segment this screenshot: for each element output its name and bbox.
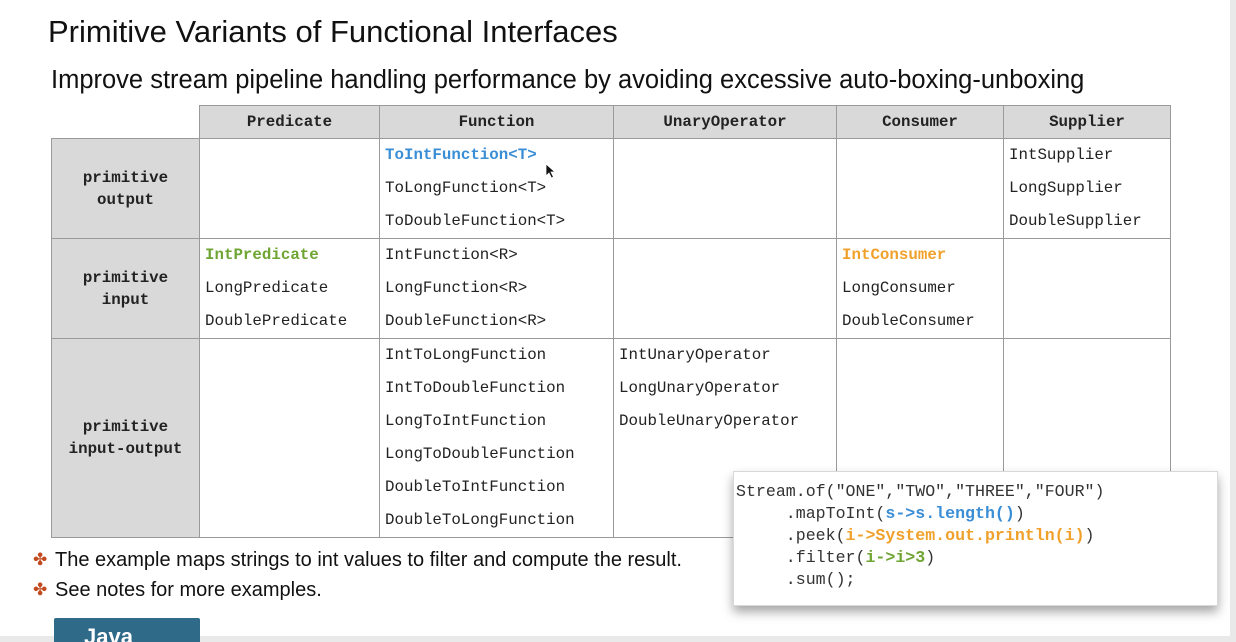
- interface-name: LongPredicate: [205, 279, 329, 297]
- code-text: Stream.of("ONE","TWO","THREE","FOUR"): [736, 482, 1105, 501]
- bullet-item: ✤ See notes for more examples.: [33, 575, 682, 605]
- interface-name: DoubleConsumer: [842, 312, 975, 330]
- interface-name: ToLongFunction<T>: [385, 179, 547, 197]
- interface-name: DoubleToIntFunction: [385, 478, 566, 496]
- cell-input-consumer: IntConsumer LongConsumer DoubleConsumer: [836, 238, 1004, 339]
- slide-subtitle: Improve stream pipeline handling perform…: [51, 66, 1085, 94]
- cross-bullet-icon: ✤: [33, 580, 48, 599]
- slide-title: Primitive Variants of Functional Interfa…: [48, 14, 618, 49]
- row-header-line: output: [97, 190, 154, 209]
- bullet-item: ✤ The example maps strings to int values…: [33, 545, 682, 575]
- cell-input-unaryoperator: [613, 238, 837, 339]
- row-header-line: primitive: [82, 168, 169, 187]
- interface-name: LongFunction<R>: [385, 279, 528, 297]
- cell-output-function: ToIntFunction<T> ToLongFunction<T> ToDou…: [379, 138, 614, 239]
- code-text: .mapToInt(: [736, 504, 886, 523]
- cell-input-function: IntFunction<R> LongFunction<R> DoubleFun…: [379, 238, 614, 339]
- row-header-primitive-input: primitive input: [51, 238, 200, 339]
- code-text: .sum();: [736, 570, 856, 589]
- bullet-text: See notes for more examples.: [55, 579, 322, 601]
- column-header-function: Function: [379, 105, 614, 139]
- interface-name: ToIntFunction<T>: [385, 146, 537, 164]
- interface-name: DoubleUnaryOperator: [619, 412, 800, 430]
- column-header-supplier: Supplier: [1003, 105, 1171, 139]
- java-logo-icon: Java: [54, 618, 200, 642]
- column-header-consumer: Consumer: [836, 105, 1004, 139]
- interface-name: IntConsumer: [842, 246, 947, 264]
- slide: Primitive Variants of Functional Interfa…: [0, 0, 1230, 636]
- row-header-line: primitive: [82, 268, 169, 287]
- interface-name: LongConsumer: [842, 279, 956, 297]
- code-text: ): [925, 548, 936, 567]
- row-header-primitive-input-output: primitive input-output: [51, 338, 200, 538]
- cell-io-predicate: [199, 338, 380, 538]
- code-text: ): [1084, 526, 1095, 545]
- logo-text: Java: [84, 624, 133, 642]
- table-header-row: Predicate Function UnaryOperator Consume…: [52, 105, 1171, 139]
- column-header-predicate: Predicate: [199, 105, 380, 139]
- cross-bullet-icon: ✤: [33, 550, 48, 569]
- interface-name: IntSupplier: [1009, 146, 1114, 164]
- table-corner-cell: [52, 106, 200, 139]
- bullet-list: ✤ The example maps strings to int values…: [33, 545, 682, 605]
- interface-name: IntPredicate: [205, 246, 319, 264]
- interface-name: DoublePredicate: [205, 312, 348, 330]
- interface-name: IntToLongFunction: [385, 346, 547, 364]
- row-header-line: primitive: [82, 418, 169, 436]
- cell-io-function: IntToLongFunction IntToDoubleFunction Lo…: [379, 338, 614, 538]
- code-example: Stream.of("ONE","TWO","THREE","FOUR") .m…: [733, 471, 1218, 606]
- cell-input-predicate: IntPredicate LongPredicate DoublePredica…: [199, 238, 380, 339]
- interface-name: IntUnaryOperator: [619, 346, 771, 364]
- interface-name: LongUnaryOperator: [619, 379, 781, 397]
- code-text: .peek(: [736, 526, 846, 545]
- interface-name: DoubleSupplier: [1009, 212, 1142, 230]
- code-line: .filter(i->i>3): [736, 547, 1217, 569]
- interface-name: ToDoubleFunction<T>: [385, 212, 566, 230]
- code-highlight: s->s.length(): [885, 504, 1015, 523]
- cell-input-supplier: [1003, 238, 1171, 339]
- table-row-primitive-input: primitive input IntPredicate LongPredica…: [51, 238, 1171, 339]
- interface-name: LongSupplier: [1009, 179, 1123, 197]
- code-highlight: i->System.out.println(i): [845, 526, 1085, 545]
- code-highlight: i->i>3: [865, 548, 926, 567]
- interface-name: LongToDoubleFunction: [385, 445, 575, 463]
- code-line: .peek(i->System.out.println(i)): [736, 525, 1217, 547]
- interface-name: IntToDoubleFunction: [385, 379, 566, 397]
- code-line: .sum();: [736, 569, 1217, 591]
- cell-output-predicate: [199, 138, 380, 239]
- column-header-unaryoperator: UnaryOperator: [613, 105, 837, 139]
- code-line: .mapToInt(s->s.length()): [736, 503, 1217, 525]
- code-text: .filter(: [736, 548, 866, 567]
- mouse-pointer-icon: [545, 163, 557, 179]
- row-header-primitive-output: primitive output: [51, 138, 200, 239]
- row-header-line: input: [101, 290, 150, 309]
- interface-name: LongToIntFunction: [385, 412, 547, 430]
- table-row-primitive-output: primitive output ToIntFunction<T> ToLong…: [51, 138, 1171, 239]
- interface-name: DoubleFunction<R>: [385, 312, 547, 330]
- code-text: ): [1014, 504, 1025, 523]
- interface-name: DoubleToLongFunction: [385, 511, 575, 529]
- row-header-line: input-output: [68, 440, 183, 458]
- cell-output-consumer: [836, 138, 1004, 239]
- code-line: Stream.of("ONE","TWO","THREE","FOUR"): [736, 481, 1217, 503]
- cell-output-supplier: IntSupplier LongSupplier DoubleSupplier: [1003, 138, 1171, 239]
- cell-output-unaryoperator: [613, 138, 837, 239]
- bullet-text: The example maps strings to int values t…: [55, 549, 682, 571]
- interface-name: IntFunction<R>: [385, 246, 518, 264]
